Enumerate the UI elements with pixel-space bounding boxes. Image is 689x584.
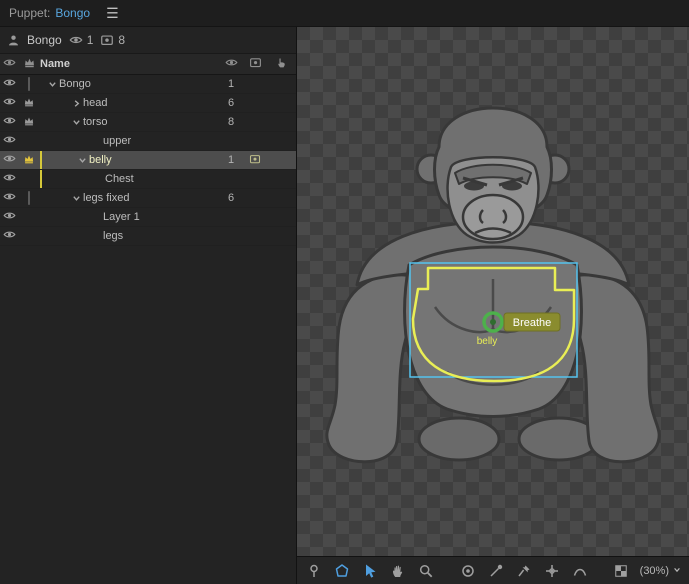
chevron-down-icon[interactable] [70,194,83,203]
name-column-header: Name [40,58,70,70]
tree-row-chest[interactable]: Chest [0,170,296,189]
tool-buttons [305,562,589,580]
layer-name-cell: legs fixed [40,189,219,207]
layer-name-cell: Layer 1 [40,208,219,226]
layer-count: 8 [227,116,235,128]
gorilla-artwork [325,106,661,464]
puppet-summary-name: Bongo [27,33,62,47]
tree-row-legs-fixed[interactable]: legs fixed 6 [0,189,296,208]
layer-visibility-eye-icon[interactable] [2,209,16,225]
character-animator-puppet-panel: Puppet: Bongo ☰ Bongo 1 8 Name Bongo 1 h… [0,0,689,584]
layer-thumbnail [28,77,30,91]
layer-count: 1 [227,78,235,90]
layer-name-label: Bongo [59,78,91,90]
layer-count: 6 [227,97,235,109]
chevron-down-icon[interactable] [46,80,59,89]
layer-visibility-eye-icon[interactable] [2,95,16,111]
eye-column-icon[interactable] [224,56,238,72]
layer-name-cell: torso [40,113,219,131]
layer-name-label: upper [103,135,132,147]
tree-row-bongo[interactable]: Bongo 1 [0,75,296,94]
breathe-badge-label: Breathe [513,317,552,329]
puppet-structure-panel: Bongo 1 8 Name Bongo 1 head 6 torso 8 upper bel… [0,27,297,584]
puppet-canvas[interactable]: Breathe belly [297,27,689,556]
layer-visibility-eye-icon[interactable] [2,228,16,244]
crown-icon [23,96,35,111]
origin-tool[interactable] [543,562,561,580]
zoom-tool[interactable] [417,562,435,580]
layer-thumbnail-square [28,77,30,91]
camera-column-icon[interactable] [249,56,262,72]
layer-name-label: Chest [105,173,134,185]
stick-tool[interactable] [487,562,505,580]
layer-name-cell: Chest [40,170,219,188]
tree-row-upper[interactable]: upper [0,132,296,151]
tree-row-head[interactable]: head 6 [0,94,296,113]
canvas-column: Breathe belly (30%) [297,27,689,584]
layer-visibility-eye-icon[interactable] [2,190,16,206]
handle-tool[interactable] [459,562,477,580]
layer-name-cell: legs [40,227,219,245]
layer-name-label: head [83,97,108,109]
layer-name-label: legs [103,230,124,242]
layer-count: 6 [227,192,235,204]
layer-visibility-eye-icon[interactable] [2,152,16,168]
layer-name-label: torso [83,116,108,128]
layer-visibility-eye-icon[interactable] [2,133,16,149]
visibility-column-eye-icon [2,56,16,72]
pin-tool[interactable] [515,562,533,580]
handle-column-icon[interactable] [275,56,288,72]
layer-name-label: Layer 1 [103,211,140,223]
tree-row-legs[interactable]: legs [0,227,296,246]
layer-camera-icon [249,153,261,168]
chevron-down-icon[interactable] [70,118,83,127]
breathe-badge: Breathe [503,312,561,332]
zoom-level-label: (30%) [639,564,669,577]
chevron-down-icon[interactable] [76,156,89,165]
main-area: Bongo 1 8 Name Bongo 1 head 6 torso 8 upper bel… [0,27,689,584]
zoom-level-button[interactable]: (30%) [640,565,681,577]
frame-count: 8 [118,33,126,47]
crown-icon [23,115,35,130]
chevron-right-icon[interactable] [70,99,83,108]
layer-name-cell: upper [40,132,219,150]
layer-thumbnail [28,191,30,205]
layer-thumbnail-square [28,191,30,205]
chevron-down-icon [673,565,681,577]
tree-header: Name [0,53,296,75]
crown-icon [23,153,35,168]
puppet-toolbar: (30%) [297,556,689,584]
dangle-tool[interactable] [571,562,589,580]
camera-icon [100,33,114,47]
person-icon [7,34,20,47]
layer-tree: Bongo 1 head 6 torso 8 upper belly 1 Chest legs fi… [0,75,296,584]
selection-tool[interactable] [361,562,379,580]
eye-icon [69,33,83,47]
visible-count: 1 [86,33,94,47]
panel-menu-icon[interactable]: ☰ [106,6,119,20]
tree-row-belly[interactable]: belly 1 [0,151,296,170]
layer-name-cell: head [40,94,219,112]
panel-titlebar: Puppet: Bongo ☰ [0,0,689,27]
transparency-grid-button[interactable] [612,562,630,580]
layer-visibility-eye-icon[interactable] [2,114,16,130]
layer-name-label: belly [89,154,112,166]
tree-row-torso[interactable]: torso 8 [0,113,296,132]
layer-name-cell: Bongo [40,75,219,93]
layer-visibility-eye-icon[interactable] [2,76,16,92]
mesh-pin-tool[interactable] [305,562,323,580]
puppet-summary-row: Bongo 1 8 [0,27,296,53]
outline-tool[interactable] [333,562,351,580]
layer-visibility-eye-icon[interactable] [2,171,16,187]
hand-tool[interactable] [389,562,407,580]
tree-row-layer-1[interactable]: Layer 1 [0,208,296,227]
handle-name-label: belly [477,336,498,347]
layer-count: 1 [227,154,235,166]
layer-name-cell: belly [40,151,219,169]
puppet-name-tab[interactable]: Bongo [55,6,90,20]
layer-name-label: legs fixed [83,192,130,204]
crown-column-icon [23,56,36,72]
panel-label: Puppet: [9,6,51,20]
